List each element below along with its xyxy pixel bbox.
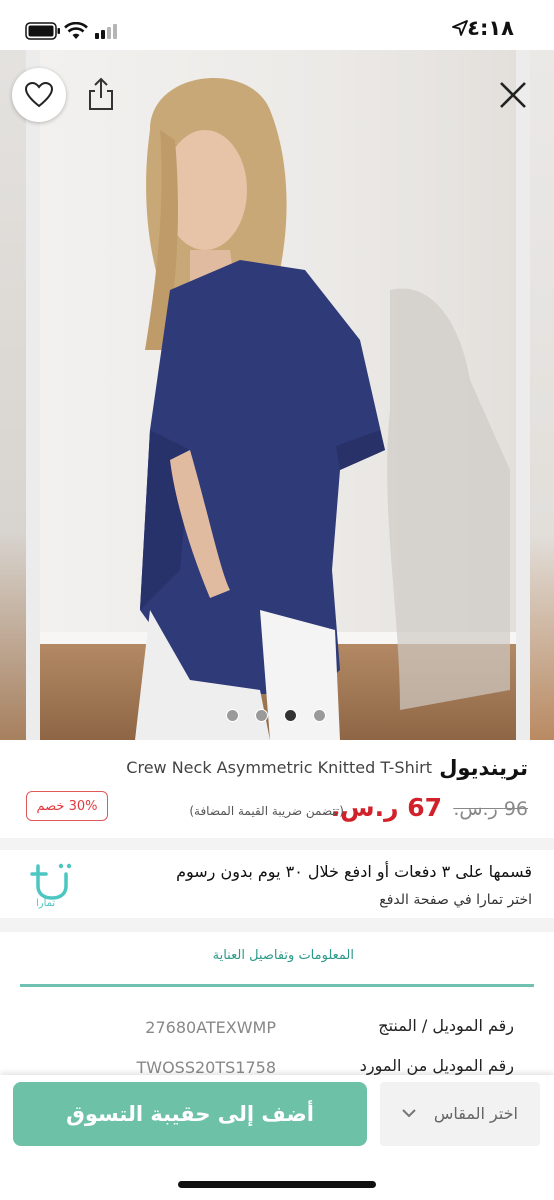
product-photo[interactable] [40,50,516,740]
pagination-dot[interactable] [255,709,268,722]
status-time: ٤:١٨ [467,16,514,40]
tab-info-care[interactable]: المعلومات وتفاصيل العناية [213,948,354,963]
section-divider [0,838,554,850]
favorite-button[interactable] [12,68,66,122]
discount-badge: 30% خصم [26,791,108,821]
section-divider [0,918,554,932]
add-to-bag-button[interactable]: أضف إلى حقيبة التسوق [13,1082,367,1146]
spec-label: رقم الموديل من المورد [359,1056,514,1075]
pagination-dot[interactable] [313,709,326,722]
wifi-icon [64,22,88,39]
chevron-down-icon [402,1109,416,1118]
tamara-logo-text: تمارا [36,898,56,909]
brand-name[interactable]: ترينديول [439,756,528,780]
share-icon[interactable] [84,76,118,112]
original-price: 96 ر.س. [453,798,528,820]
product-image-gallery[interactable] [0,50,554,740]
pagination-dot[interactable] [226,709,239,722]
gallery-pagination [0,707,554,723]
signal-icon [95,24,117,39]
close-icon[interactable] [498,80,528,110]
product-info: ترينديول Crew Neck Asymmetric Knitted T-… [0,740,554,838]
product-name: Crew Neck Asymmetric Knitted T-Shirt [126,758,432,777]
pagination-dot-active[interactable] [284,709,297,722]
product-details-section: المعلومات وتفاصيل العناية رقم الموديل / … [0,932,554,1082]
tamara-installments-banner[interactable]: قسمها على ٣ دفعات أو ادفع خلال ٣٠ يوم بد… [0,850,554,920]
sale-price: 67 ر.س. [330,793,442,822]
tamara-subtitle: اختر تمارا في صفحة الدفع [379,892,532,908]
heart-icon [25,82,53,108]
spec-value: 27680ATEXWMP [145,1018,276,1037]
bottom-action-bar: أضف إلى حقيبة التسوق اختر المقاس [0,1075,554,1200]
status-bar: ٤:١٨ [0,0,554,50]
next-image-peek[interactable] [530,50,554,740]
spec-label: رقم الموديل / المنتج [378,1016,514,1035]
size-select[interactable]: اختر المقاس [380,1082,540,1146]
tab-underline [20,984,534,987]
location-arrow-icon [452,20,468,36]
previous-image-peek[interactable] [0,50,26,740]
home-indicator [178,1181,376,1188]
tamara-title: قسمها على ٣ دفعات أو ادفع خلال ٣٠ يوم بد… [176,862,532,881]
battery-icon [25,22,60,40]
size-select-label: اختر المقاس [433,1104,518,1123]
vat-note: (تتضمن ضريبة القيمة المضافة) [189,804,344,818]
